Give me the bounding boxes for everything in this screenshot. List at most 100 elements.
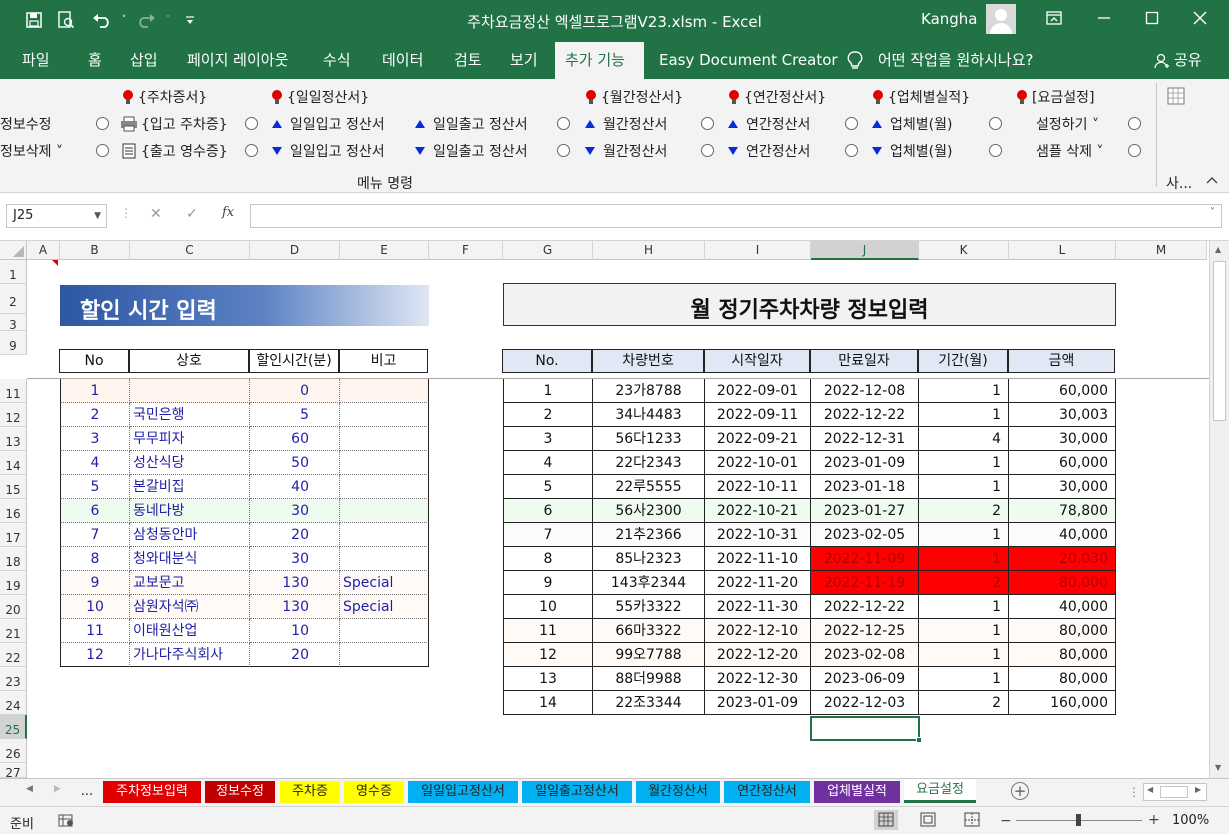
discount-cell[interactable]: 성산식당 (130, 451, 250, 475)
column-header[interactable]: L (1009, 241, 1116, 260)
discount-cell[interactable]: 교보문고 (130, 571, 250, 595)
print-preview-icon[interactable] (54, 8, 78, 32)
radio-daily-down[interactable] (557, 144, 570, 157)
row-header[interactable]: 17 (0, 523, 27, 547)
customize-qat-icon[interactable] (178, 8, 202, 32)
row-header[interactable]: 24 (0, 691, 27, 715)
discount-cell[interactable] (340, 619, 429, 643)
discount-cell[interactable]: 130 (250, 571, 340, 595)
monthly-cell[interactable]: 1 (919, 547, 1009, 571)
row-header[interactable]: 19 (0, 571, 27, 595)
monthly-cell[interactable]: 1 (919, 451, 1009, 475)
sheet-tab[interactable]: 월간정산서 (636, 781, 720, 803)
ribbon-item-outbound-receipt[interactable]: {출고 영수증} (120, 141, 228, 161)
discount-cell[interactable]: 동네다방 (130, 499, 250, 523)
monthly-cell[interactable]: 2022-10-21 (705, 499, 811, 523)
monthly-cell[interactable]: 21추2366 (593, 523, 705, 547)
ribbon-item-inbound-ticket[interactable]: {입고 주차증} (120, 114, 228, 134)
ribbon-item-monthly-up[interactable]: 월간정산서 (585, 114, 667, 134)
discount-cell[interactable]: 4 (60, 451, 130, 475)
radio-info-delete[interactable] (96, 144, 109, 157)
monthly-cell[interactable]: 2023-01-09 (705, 691, 811, 715)
discount-cell[interactable] (340, 379, 429, 403)
maximize-icon[interactable] (1128, 0, 1176, 36)
zoom-slider[interactable] (1016, 814, 1142, 826)
row-header[interactable]: 3 (0, 314, 27, 332)
discount-cell[interactable] (340, 475, 429, 499)
monthly-cell[interactable]: 22루5555 (593, 475, 705, 499)
monthly-cell[interactable]: 60,000 (1009, 451, 1116, 475)
monthly-cell[interactable]: 56다1233 (593, 427, 705, 451)
discount-cell[interactable]: 3 (60, 427, 130, 451)
tab-insert[interactable]: 삽입 (120, 42, 168, 79)
discount-cell[interactable] (340, 427, 429, 451)
row-header[interactable]: 18 (0, 547, 27, 571)
monthly-cell[interactable]: 60,000 (1009, 379, 1116, 403)
zoom-slider-thumb[interactable] (1076, 814, 1081, 826)
ribbon-item-company-up[interactable]: 업체별(월) (872, 114, 952, 134)
discount-cell[interactable]: 무무피자 (130, 427, 250, 451)
column-header[interactable]: F (429, 241, 503, 260)
monthly-header-cell[interactable]: 시작일자 (704, 349, 810, 373)
monthly-cell[interactable]: 34나4483 (593, 403, 705, 427)
monthly-cell[interactable]: 2022-10-31 (705, 523, 811, 547)
discount-cell[interactable]: 9 (60, 571, 130, 595)
sheet-tab[interactable]: 일일출고정산서 (522, 781, 632, 803)
monthly-cell[interactable]: 1 (919, 667, 1009, 691)
discount-cell[interactable] (340, 499, 429, 523)
monthly-cell[interactable]: 2022-10-11 (705, 475, 811, 499)
scroll-down-icon[interactable]: ▼ (1215, 763, 1221, 772)
monthly-cell[interactable]: 2022-12-20 (705, 643, 811, 667)
minimize-icon[interactable] (1080, 0, 1128, 36)
ribbon-item-info-edit[interactable]: 정보수정 (0, 114, 52, 134)
monthly-cell[interactable]: 1 (919, 403, 1009, 427)
ribbon-item-daily-in-up[interactable]: 일일입고 정산서 (272, 114, 385, 134)
discount-cell[interactable]: 본갈비집 (130, 475, 250, 499)
tab-data[interactable]: 데이터 (372, 42, 433, 79)
monthly-cell[interactable]: 88더9988 (593, 667, 705, 691)
monthly-cell[interactable]: 2022-12-03 (811, 691, 919, 715)
row-header[interactable]: 14 (0, 451, 27, 475)
fill-handle[interactable] (916, 737, 922, 743)
monthly-header-cell[interactable]: No. (502, 349, 592, 373)
monthly-cell[interactable]: 2 (919, 499, 1009, 523)
ribbon-item-delete-sample[interactable]: 샘플 삭제 ˅ (1036, 141, 1103, 161)
monthly-cell[interactable]: 2022-12-30 (705, 667, 811, 691)
monthly-cell[interactable]: 4 (503, 451, 593, 475)
tab-page-layout[interactable]: 페이지 레이아웃 (177, 42, 298, 79)
radio-company-down[interactable] (989, 144, 1002, 157)
discount-header-cell[interactable]: 할인시간(분) (249, 349, 339, 373)
row-header[interactable]: 25 (0, 715, 27, 739)
monthly-cell[interactable]: 14 (503, 691, 593, 715)
monthly-cell[interactable]: 2023-02-05 (811, 523, 919, 547)
ribbon-item-monthly-down[interactable]: 월간정산서 (585, 141, 667, 161)
row-header[interactable]: 9 (0, 331, 27, 355)
monthly-cell[interactable]: 2022-11-09 (811, 547, 919, 571)
discount-cell[interactable]: 11 (60, 619, 130, 643)
sheet-tab[interactable]: 주차증 (280, 781, 340, 803)
radio-info-edit[interactable] (96, 117, 109, 130)
discount-cell[interactable]: 8 (60, 547, 130, 571)
discount-cell[interactable] (130, 379, 250, 403)
monthly-cell[interactable]: 2023-06-09 (811, 667, 919, 691)
row-header[interactable]: 27 (0, 763, 27, 778)
monthly-cell[interactable]: 2022-10-01 (705, 451, 811, 475)
scroll-up-icon[interactable]: ▲ (1215, 245, 1221, 254)
row-header[interactable]: 21 (0, 619, 27, 643)
sheet-tab[interactable]: 주차정보입력 (103, 781, 201, 803)
monthly-cell[interactable]: 12 (503, 643, 593, 667)
discount-cell[interactable]: 50 (250, 451, 340, 475)
discount-cell[interactable]: 1 (60, 379, 130, 403)
monthly-cell[interactable]: 6 (503, 499, 593, 523)
discount-cell[interactable]: 5 (250, 403, 340, 427)
discount-cell[interactable]: 국민은행 (130, 403, 250, 427)
monthly-cell[interactable]: 2 (503, 403, 593, 427)
column-header[interactable]: J (811, 241, 919, 260)
discount-cell[interactable]: 삼원자석㈜ (130, 595, 250, 619)
select-all-corner[interactable] (0, 241, 27, 260)
monthly-cell[interactable]: 2022-12-22 (811, 403, 919, 427)
discount-cell[interactable]: Special (340, 571, 429, 595)
monthly-cell[interactable]: 11 (503, 619, 593, 643)
monthly-cell[interactable]: 5 (503, 475, 593, 499)
row-header[interactable]: 13 (0, 427, 27, 451)
